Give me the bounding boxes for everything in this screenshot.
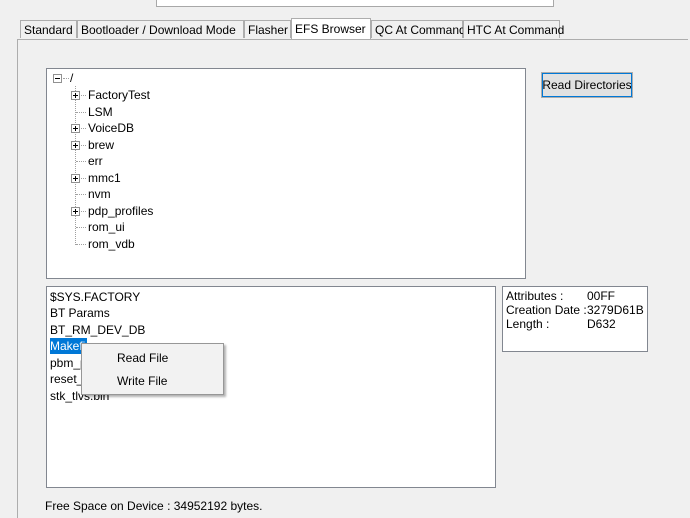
tree-connector [76,161,86,162]
tab-efs-browser[interactable]: EFS Browser [291,18,371,39]
property-value: 3279D61B [587,303,644,317]
tree-connector [79,95,86,96]
property-key: Length : [506,317,550,331]
read-directories-button[interactable]: Read Directories [541,72,633,98]
list-item[interactable]: $SYS.FACTORY [50,289,140,305]
menu-item-write-file[interactable]: Write File [117,370,167,392]
tree-connector [79,211,86,212]
tree-item-pdp-profiles[interactable]: pdp_profiles [88,203,153,219]
tree-root[interactable]: / [70,70,73,86]
tree-item-mmc1[interactable]: mmc1 [88,170,121,186]
list-item[interactable]: BT_RM_DEV_DB [50,322,145,338]
tree-connector [76,194,86,195]
expand-icon[interactable] [71,124,80,133]
tree-connector [76,112,86,113]
expand-icon[interactable] [71,174,80,183]
property-value: D632 [587,317,616,331]
context-menu: Read File Write File [81,343,224,395]
property-key: Creation Date : [506,303,587,317]
tab-flasher[interactable]: Flasher [244,20,291,38]
property-key: Attributes : [506,289,564,303]
tree-connector [76,244,86,245]
tab-htc-at-command[interactable]: HTC At Command [463,20,564,38]
tree-connector [79,178,86,179]
free-space-status: Free Space on Device : 34952192 bytes. [45,499,263,513]
tree-connector [75,86,76,245]
tree-connector [76,227,86,228]
tab-qc-at-command[interactable]: QC At Command [371,20,466,38]
tree-item-lsm[interactable]: LSM [88,104,113,120]
tree-item-brew[interactable]: brew [88,137,114,153]
collapse-icon[interactable] [53,74,62,83]
property-row: Creation Date :3279D61B [506,303,644,317]
property-row: Length : D632 [506,317,616,331]
expand-icon[interactable] [71,141,80,150]
tree-connector [63,78,69,79]
expand-icon[interactable] [71,91,80,100]
tab-bootloader[interactable]: Bootloader / Download Mode [77,20,244,38]
tree-item-nvm[interactable]: nvm [88,186,111,202]
expand-icon[interactable] [71,207,80,216]
property-value: 00FF [587,289,616,303]
tree-item-err[interactable]: err [88,153,103,169]
list-item[interactable]: reset_ [50,371,83,387]
tab-standard[interactable]: Standard [20,20,77,38]
tree-item-factorytest[interactable]: FactoryTest [88,87,150,103]
directory-tree[interactable]: / FactoryTest LSM VoiceDB brew err mmc1 … [46,68,526,279]
menu-item-read-file[interactable]: Read File [117,347,168,369]
tree-connector [79,145,86,146]
property-row: Attributes : 00FF [506,289,615,303]
list-item[interactable]: BT Params [50,305,110,321]
tree-item-rom-ui[interactable]: rom_ui [88,219,125,235]
file-properties-panel: Attributes : 00FF Creation Date :3279D61B… [502,286,648,352]
tree-item-rom-vdb[interactable]: rom_vdb [88,236,135,252]
top-field-edge [156,0,554,7]
tree-connector [79,128,86,129]
tree-item-voicedb[interactable]: VoiceDB [88,120,134,136]
